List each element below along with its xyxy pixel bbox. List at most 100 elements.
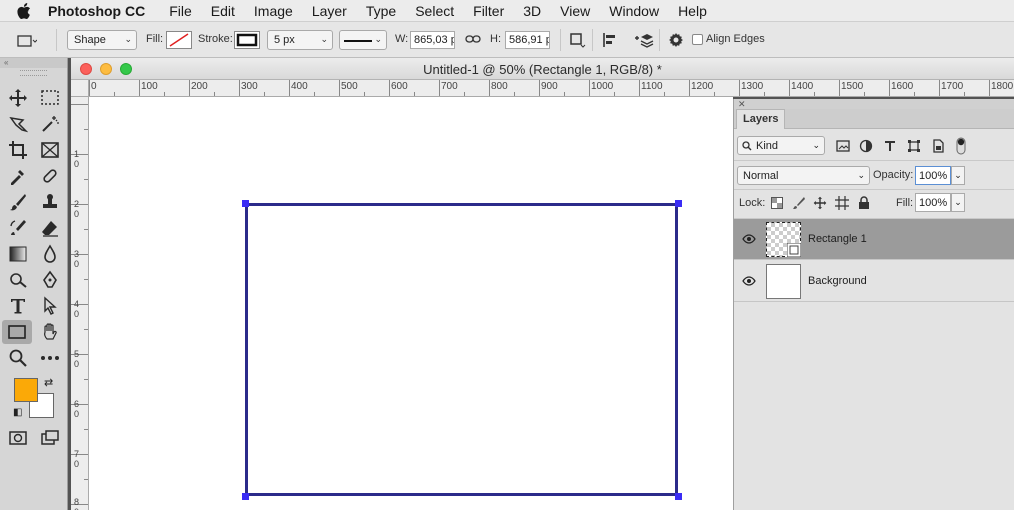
menu-file[interactable]: File xyxy=(169,3,192,19)
rectangle-tool-icon[interactable] xyxy=(2,320,32,344)
lock-all-icon[interactable] xyxy=(856,195,872,211)
swap-colors-icon[interactable]: ⇄ xyxy=(44,376,53,389)
lock-artboard-icon[interactable] xyxy=(834,195,850,211)
height-field[interactable]: 586,91 p xyxy=(505,31,550,49)
lock-transparent-icon[interactable] xyxy=(769,195,785,211)
menu-edit[interactable]: Edit xyxy=(211,3,235,19)
more-tools-icon[interactable] xyxy=(35,346,65,370)
vertical-ruler[interactable]: 1 0 2 0 3 0 4 0 5 0 6 0 7 0 8 0 xyxy=(71,97,89,510)
stroke-swatch[interactable] xyxy=(234,31,260,49)
blur-tool-icon[interactable] xyxy=(35,242,65,266)
screen-mode-icon[interactable] xyxy=(35,426,65,450)
menu-window[interactable]: Window xyxy=(609,3,659,19)
document-title: Untitled-1 @ 50% (Rectangle 1, RGB/8) * xyxy=(423,62,662,77)
path-selection-icon[interactable] xyxy=(35,294,65,318)
link-icon[interactable] xyxy=(462,28,484,50)
hand-tool-icon[interactable] xyxy=(35,320,65,344)
document-title-bar[interactable]: Untitled-1 @ 50% (Rectangle 1, RGB/8) * xyxy=(71,58,1014,80)
blend-mode-value: Normal xyxy=(743,170,779,182)
chevron-down-icon[interactable]: ⌄ xyxy=(951,193,965,212)
lasso-tool-icon[interactable] xyxy=(3,112,33,136)
menu-select[interactable]: Select xyxy=(415,3,454,19)
collapse-icon[interactable]: « xyxy=(0,58,67,68)
options-bar: Shape ⌄ Fill: Stroke: 5 px ⌄ ⌄ W: 865,03… xyxy=(0,22,1014,58)
menu-type[interactable]: Type xyxy=(366,3,396,19)
rectangle-shape[interactable] xyxy=(245,203,678,496)
width-field[interactable]: 865,03 p xyxy=(410,31,455,49)
eye-icon[interactable] xyxy=(742,233,756,247)
path-arrangement-icon[interactable] xyxy=(632,29,654,51)
chevron-down-icon[interactable]: ⌄ xyxy=(951,166,965,185)
menu-layer[interactable]: Layer xyxy=(312,3,347,19)
filter-adjustment-icon[interactable] xyxy=(858,138,874,154)
eyedropper-icon[interactable] xyxy=(3,164,33,188)
dodge-tool-icon[interactable] xyxy=(3,268,33,292)
path-alignment-icon[interactable] xyxy=(599,29,621,51)
menu-photoshop[interactable]: Photoshop CC xyxy=(48,3,145,19)
ruler-v-sub: 0 xyxy=(74,159,80,169)
chevron-down-icon: ⌄ xyxy=(374,34,382,44)
filter-type-icon[interactable] xyxy=(882,138,898,154)
horizontal-ruler[interactable]: 0 100 200 300 400 500 600 700 800 900 10… xyxy=(89,80,1014,97)
fill-swatch[interactable] xyxy=(166,31,192,49)
transform-handle[interactable] xyxy=(675,493,682,500)
path-operations-icon[interactable] xyxy=(566,29,588,51)
close-icon[interactable]: ✕ xyxy=(734,99,1014,109)
blend-mode-select[interactable]: Normal ⌄ xyxy=(737,166,870,185)
gear-icon[interactable] xyxy=(665,29,687,51)
filter-pixel-icon[interactable] xyxy=(835,138,851,154)
layer-row[interactable]: Rectangle 1 xyxy=(734,219,1014,260)
panel-grip[interactable] xyxy=(20,70,47,76)
menu-view[interactable]: View xyxy=(560,3,590,19)
fill-label: Fill: xyxy=(896,197,914,209)
menu-filter[interactable]: Filter xyxy=(473,3,504,19)
type-tool-icon[interactable] xyxy=(3,294,33,318)
tool-preset-picker[interactable] xyxy=(16,30,38,52)
gradient-tool-icon[interactable] xyxy=(3,242,33,266)
align-edges-checkbox[interactable] xyxy=(692,34,703,45)
default-colors-icon[interactable]: ◧ xyxy=(13,407,22,418)
lock-position-icon[interactable] xyxy=(812,195,828,211)
ruler-v-label: 4 xyxy=(74,299,80,309)
crop-tool-icon[interactable] xyxy=(3,138,33,162)
clone-stamp-icon[interactable] xyxy=(35,190,65,214)
opacity-field[interactable]: 100% xyxy=(915,166,951,185)
fill-field[interactable]: 100% xyxy=(915,193,951,212)
ruler-origin[interactable] xyxy=(71,80,89,97)
layer-thumbnail xyxy=(766,264,801,299)
magic-wand-icon[interactable] xyxy=(35,112,65,136)
layer-row[interactable]: Background xyxy=(734,261,1014,302)
pen-tool-icon[interactable] xyxy=(35,268,65,292)
tab-layers[interactable]: Layers xyxy=(736,109,786,129)
history-brush-icon[interactable] xyxy=(3,216,33,240)
lock-label: Lock: xyxy=(739,197,766,209)
apple-icon[interactable] xyxy=(0,2,48,19)
stroke-type-select[interactable]: ⌄ xyxy=(339,30,387,50)
canvas[interactable] xyxy=(90,98,733,510)
transform-handle[interactable] xyxy=(242,493,249,500)
tools-panel: « ⇄ ◧ xyxy=(0,58,68,510)
filter-toggle-icon[interactable] xyxy=(953,137,969,155)
foreground-color-swatch[interactable] xyxy=(14,378,38,402)
stroke-width-field[interactable]: 5 px ⌄ xyxy=(267,30,333,50)
filter-kind-select[interactable]: Kind ⌄ xyxy=(737,136,825,155)
filter-shape-icon[interactable] xyxy=(906,138,922,154)
move-tool-icon[interactable] xyxy=(3,86,33,110)
lock-pixels-icon[interactable] xyxy=(791,195,807,211)
eye-icon[interactable] xyxy=(742,275,756,289)
ruler-v-label: 7 xyxy=(74,449,80,459)
menu-3d[interactable]: 3D xyxy=(523,3,541,19)
transform-handle[interactable] xyxy=(675,200,682,207)
filter-smart-object-icon[interactable] xyxy=(930,138,946,154)
marquee-tool-icon[interactable] xyxy=(35,86,65,110)
brush-tool-icon[interactable] xyxy=(3,190,33,214)
transform-handle[interactable] xyxy=(242,200,249,207)
menu-image[interactable]: Image xyxy=(254,3,293,19)
frame-tool-icon[interactable] xyxy=(35,138,65,162)
zoom-tool-icon[interactable] xyxy=(3,346,33,370)
tool-mode-select[interactable]: Shape ⌄ xyxy=(67,30,137,50)
eraser-icon[interactable] xyxy=(35,216,65,240)
quick-mask-icon[interactable] xyxy=(3,426,33,450)
healing-brush-icon[interactable] xyxy=(35,164,65,188)
menu-help[interactable]: Help xyxy=(678,3,707,19)
